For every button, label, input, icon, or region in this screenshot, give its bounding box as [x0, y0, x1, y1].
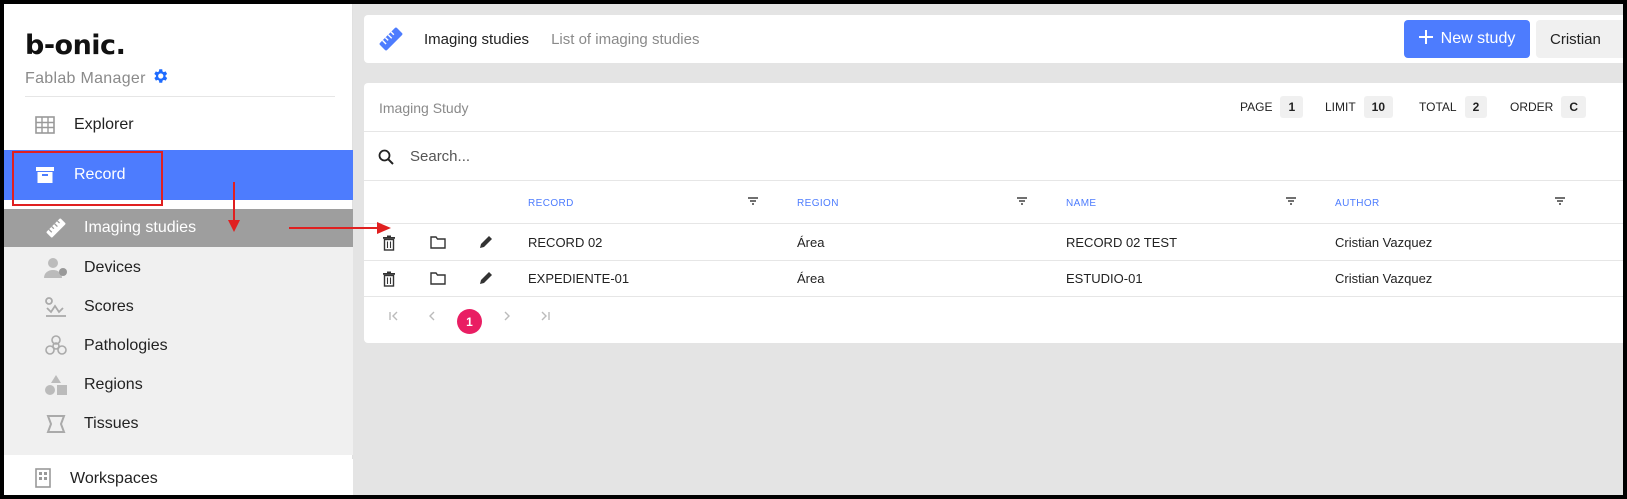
card-header: Imaging Study PAGE 1 LIMIT 10 TOTAL 2 OR… — [364, 83, 1623, 132]
column-header-author[interactable]: AUTHOR — [1335, 198, 1380, 209]
sidebar-divider — [25, 96, 335, 97]
submenu-item-regions[interactable]: Regions — [4, 366, 353, 404]
score-icon — [44, 295, 68, 319]
filter-icon[interactable] — [747, 196, 761, 208]
submenu-item-scores[interactable]: Scores — [4, 288, 353, 326]
new-study-button[interactable]: New study — [1404, 20, 1530, 58]
tissue-icon — [44, 412, 68, 436]
new-study-label: New study — [1440, 30, 1516, 47]
sidebar-item-label: Workspaces — [70, 470, 158, 487]
sidebar: b-onic. Fablab Manager Explorer Record I… — [4, 4, 353, 495]
cell-record: RECORD 02 — [528, 235, 603, 250]
user-menu-button[interactable]: Cristian — [1536, 20, 1623, 58]
table-row[interactable]: RECORD 02 Área RECORD 02 TEST Cristian V… — [364, 225, 1623, 261]
plus-icon — [1418, 29, 1433, 49]
building-icon — [34, 468, 56, 490]
pencil-icon[interactable] — [479, 235, 495, 251]
pagination — [364, 297, 764, 337]
biohazard-icon — [44, 334, 68, 358]
first-page-icon[interactable] — [386, 308, 402, 324]
submenu-item-label: Imaging studies — [84, 219, 197, 236]
annotation-highlight-box — [12, 151, 163, 206]
submenu-item-pathologies[interactable]: Pathologies — [4, 327, 353, 365]
record-submenu: Imaging studies Devices Scores Pathologi… — [4, 209, 353, 455]
cell-author: Cristian Vazquez — [1335, 235, 1433, 250]
column-header-region[interactable]: REGION — [797, 198, 839, 209]
page-title: Imaging studies — [424, 30, 530, 48]
grid-icon — [34, 114, 56, 136]
submenu-item-devices[interactable]: Devices — [4, 249, 353, 287]
trash-icon[interactable] — [382, 271, 398, 287]
workspace-name: Fablab Manager — [25, 69, 146, 87]
workspace-subtitle: Fablab Manager — [25, 67, 169, 90]
app-logo[interactable]: b-onic. — [25, 30, 126, 61]
folder-icon[interactable] — [430, 271, 446, 287]
filter-icon[interactable] — [1554, 196, 1568, 208]
cell-region: Área — [797, 271, 825, 286]
ruler-icon — [44, 216, 68, 240]
app-frame: b-onic. Fablab Manager Explorer Record I… — [4, 4, 1623, 495]
total-indicator: TOTAL 2 — [1419, 96, 1488, 118]
submenu-item-label: Scores — [84, 298, 134, 315]
table-header: RECORD REGION NAME AUTHOR — [364, 182, 1623, 224]
table-row[interactable]: EXPEDIENTE-01 Área ESTUDIO-01 Cristian V… — [364, 261, 1623, 297]
sidebar-item-explorer[interactable]: Explorer — [4, 100, 353, 150]
search-bar — [364, 133, 1623, 181]
limit-indicator: LIMIT 10 — [1325, 96, 1394, 118]
search-input[interactable] — [410, 148, 1010, 165]
filter-icon[interactable] — [1285, 196, 1299, 208]
column-header-record[interactable]: RECORD — [528, 198, 574, 209]
gear-icon[interactable] — [151, 67, 169, 90]
cell-record: EXPEDIENTE-01 — [528, 271, 630, 286]
cell-name: ESTUDIO-01 — [1066, 271, 1143, 286]
user-name: Cristian — [1550, 30, 1601, 48]
cell-name: RECORD 02 TEST — [1066, 235, 1178, 250]
submenu-item-label: Pathologies — [84, 337, 168, 354]
cell-region: Área — [797, 235, 825, 250]
annotation-arrow-right — [289, 222, 391, 234]
filter-icon[interactable] — [1016, 196, 1030, 208]
submenu-item-label: Tissues — [84, 415, 139, 432]
page-subtitle: List of imaging studies — [551, 30, 700, 48]
column-header-name[interactable]: NAME — [1066, 198, 1097, 209]
current-page-button[interactable]: 1 — [457, 309, 482, 334]
cell-author: Cristian Vazquez — [1335, 271, 1433, 286]
search-icon — [378, 149, 394, 165]
last-page-icon[interactable] — [537, 308, 553, 324]
pencil-icon[interactable] — [479, 271, 495, 287]
page-header: Imaging studies List of imaging studies … — [364, 15, 1623, 63]
user-device-icon — [44, 256, 68, 280]
imaging-study-card: Imaging Study PAGE 1 LIMIT 10 TOTAL 2 OR… — [364, 83, 1623, 343]
shapes-icon — [44, 373, 68, 397]
prev-page-icon[interactable] — [424, 308, 440, 324]
trash-icon[interactable] — [382, 235, 398, 251]
annotation-arrow-down — [228, 182, 240, 232]
sidebar-item-label: Explorer — [74, 116, 134, 133]
card-title: Imaging Study — [379, 100, 469, 116]
submenu-item-label: Regions — [84, 376, 143, 393]
next-page-icon[interactable] — [499, 308, 515, 324]
sidebar-item-workspaces[interactable]: Workspaces — [4, 459, 353, 495]
order-indicator: ORDER C — [1510, 96, 1587, 118]
submenu-item-label: Devices — [84, 259, 141, 276]
ruler-icon — [378, 26, 404, 52]
submenu-item-tissues[interactable]: Tissues — [4, 405, 353, 443]
page-indicator: PAGE 1 — [1240, 96, 1304, 118]
folder-icon[interactable] — [430, 235, 446, 251]
